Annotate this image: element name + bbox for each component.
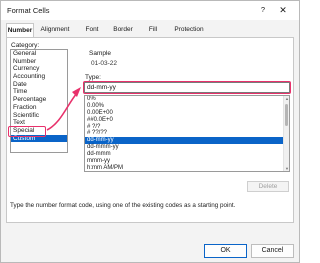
format-cells-dialog: Format Cells ? ✕ Number Alignment Font B… xyxy=(0,0,300,263)
scroll-down-icon[interactable]: ▼ xyxy=(284,166,289,171)
format-code-item[interactable]: dd-mmm-yy xyxy=(85,144,289,151)
category-item[interactable]: Number xyxy=(11,58,67,66)
tab-alignment[interactable]: Alignment xyxy=(37,23,73,37)
category-item[interactable]: Accounting xyxy=(11,73,67,81)
tab-border[interactable]: Border xyxy=(111,23,135,37)
format-code-item-selected[interactable]: dd-mm-yy xyxy=(85,137,289,145)
type-label: Type: xyxy=(85,74,101,81)
format-code-item[interactable]: ##0.0E+0 xyxy=(85,117,289,124)
category-item[interactable]: General xyxy=(11,50,67,58)
format-code-item[interactable]: h:mm AM/PM xyxy=(85,165,289,171)
category-item[interactable]: Fraction xyxy=(11,104,67,112)
scroll-up-icon[interactable]: ▲ xyxy=(284,96,289,101)
scroll-thumb[interactable] xyxy=(285,104,288,126)
category-list[interactable]: General Number Currency Accounting Date … xyxy=(10,49,68,153)
dialog-title: Format Cells xyxy=(7,6,50,15)
category-item[interactable]: Scientific xyxy=(11,112,67,120)
category-item[interactable]: Date xyxy=(11,81,67,89)
ok-button[interactable]: OK xyxy=(204,244,247,258)
help-icon[interactable]: ? xyxy=(258,5,268,16)
tab-fill[interactable]: Fill xyxy=(146,23,160,37)
cancel-button[interactable]: Cancel xyxy=(251,244,294,258)
format-code-item[interactable]: # ?/? xyxy=(85,124,289,131)
format-code-item[interactable]: 0% xyxy=(85,96,289,103)
type-input-highlight-box xyxy=(83,81,291,94)
category-label: Category: xyxy=(11,42,40,49)
tab-number[interactable]: Number xyxy=(6,23,34,38)
title-bar: Format Cells ? ✕ xyxy=(1,1,299,20)
type-list-scrollbar[interactable]: ▲ ▼ xyxy=(283,96,289,171)
format-code-item[interactable]: 0.00E+00 xyxy=(85,110,289,117)
format-code-item[interactable]: dd-mmm xyxy=(85,151,289,158)
close-icon[interactable]: ✕ xyxy=(277,4,289,16)
category-item[interactable]: Time xyxy=(11,88,67,96)
tab-font[interactable]: Font xyxy=(83,23,101,37)
custom-highlight-box xyxy=(8,126,46,137)
tab-protection[interactable]: Protection xyxy=(171,23,207,37)
format-code-item[interactable]: mmm-yy xyxy=(85,158,289,165)
tab-strip: Number Alignment Font Border Fill Protec… xyxy=(6,23,296,38)
sample-label: Sample xyxy=(89,50,112,57)
category-item[interactable]: Percentage xyxy=(11,96,67,104)
format-code-item[interactable]: 0.00% xyxy=(85,103,289,110)
delete-button[interactable]: Delete xyxy=(247,181,289,192)
type-format-list[interactable]: 0% 0.00% 0.00E+00 ##0.0E+0 # ?/? # ??/??… xyxy=(84,95,290,172)
category-item[interactable]: Currency xyxy=(11,65,67,73)
sample-value: 01-03-22 xyxy=(91,60,118,67)
format-code-item[interactable]: # ??/?? xyxy=(85,130,289,137)
hint-text: Type the number format code, using one o… xyxy=(10,202,236,209)
